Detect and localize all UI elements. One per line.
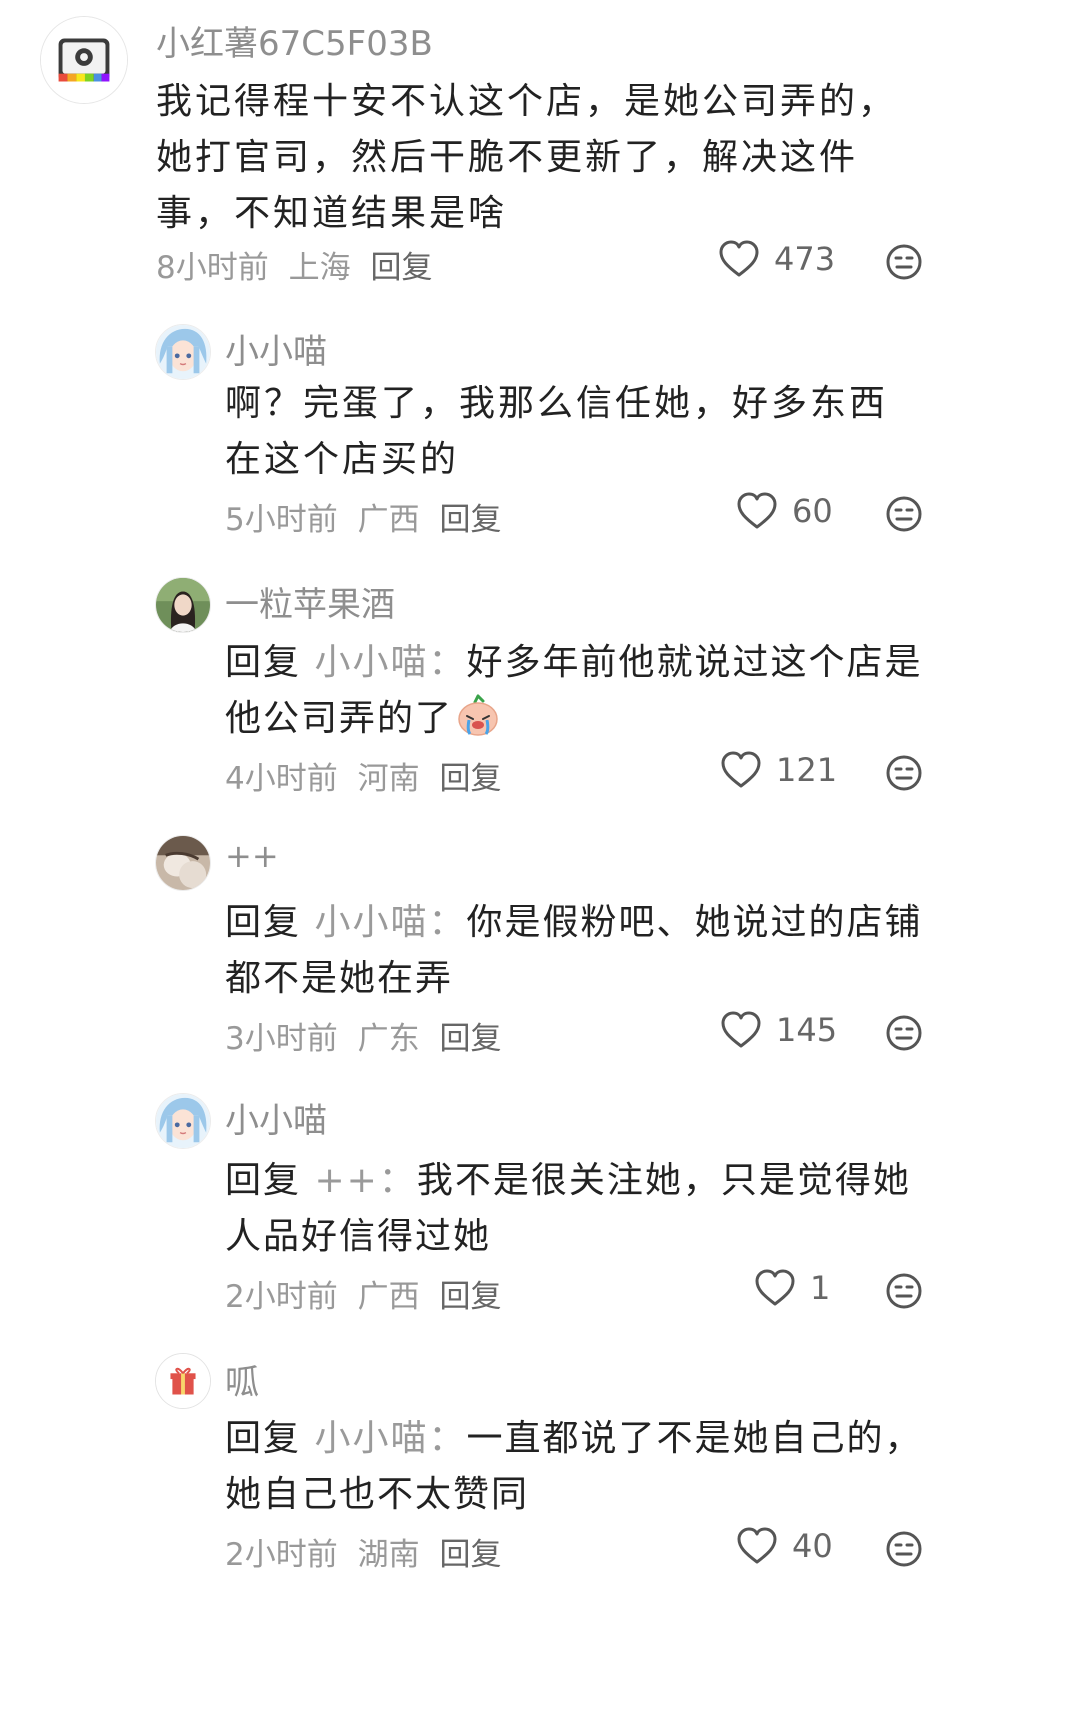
heart-icon: [737, 492, 777, 529]
reply-target-user[interactable]: 小小喵：: [314, 1418, 466, 1459]
like-count: 145: [776, 1011, 838, 1049]
heart-icon: [755, 1269, 795, 1306]
reply-text[interactable]: 回复 小小喵：你是假粉吧、她说过的店铺都不是她在弄: [225, 895, 945, 1007]
dislike-button[interactable]: [886, 1273, 922, 1309]
avatar[interactable]: [40, 16, 128, 104]
reply-item: 呱 回复 小小喵：一直都说了不是她自己的，她自己也不太赞同 2小时前 湖南 回复…: [0, 1335, 1079, 1723]
meh-face-icon: [886, 755, 922, 791]
reply-prefix: 回复: [225, 1160, 302, 1201]
reply-meta: 5小时前 广西 回复: [225, 494, 501, 539]
comment-item: 小红薯67C5F03B 我记得程十安不认这个店，是她公司弄的，她打官司，然后干脆…: [0, 0, 1079, 300]
heart-icon: [721, 751, 761, 788]
timestamp: 5小时前: [225, 502, 338, 538]
username[interactable]: ++: [225, 837, 279, 875]
username[interactable]: 小红薯67C5F03B: [156, 16, 433, 65]
meh-face-icon: [886, 1531, 922, 1567]
like-button[interactable]: 121: [720, 751, 837, 789]
username[interactable]: 一粒苹果酒: [225, 577, 395, 626]
reply-meta: 2小时前 湖南 回复: [225, 1529, 501, 1574]
username[interactable]: 小小喵: [225, 1093, 327, 1142]
location: 广东: [357, 1021, 420, 1057]
reply-button[interactable]: 回复: [439, 761, 501, 797]
like-button[interactable]: 60: [736, 492, 833, 530]
heart-icon: [719, 240, 759, 277]
reply-item: 一粒苹果酒 回复 小小喵：好多年前他就说过这个店是他公司弄的了 4小时前 河南 …: [0, 555, 1079, 815]
location: 广西: [357, 502, 420, 538]
timestamp: 3小时前: [225, 1021, 338, 1057]
like-count: 60: [792, 492, 833, 530]
girl-photo-avatar: [156, 578, 210, 632]
like-button[interactable]: 145: [720, 1011, 837, 1049]
like-count: 473: [774, 240, 836, 278]
anime-girl-avatar: [156, 1094, 210, 1148]
camera-icon: [41, 17, 127, 103]
reply-button[interactable]: 回复: [439, 502, 501, 538]
reply-item: ++ 回复 小小喵：你是假粉吧、她说过的店铺都不是她在弄 3小时前 广东 回复 …: [0, 815, 1079, 1075]
dislike-button[interactable]: [886, 1531, 922, 1567]
timestamp: 2小时前: [225, 1279, 338, 1315]
reply-text[interactable]: 回复 小小喵：好多年前他就说过这个店是他公司弄的了: [225, 635, 945, 747]
like-count: 121: [776, 751, 838, 789]
location: 湖南: [357, 1537, 420, 1573]
comment-text[interactable]: 我记得程十安不认这个店，是她公司弄的，她打官司，然后干脆不更新了，解决这件事，不…: [156, 74, 931, 242]
like-button[interactable]: 1: [754, 1269, 830, 1307]
reply-button[interactable]: 回复: [370, 250, 432, 286]
reply-button[interactable]: 回复: [439, 1279, 501, 1315]
like-button[interactable]: 473: [718, 240, 835, 278]
reply-text[interactable]: 啊？完蛋了，我那么信任她，好多东西在这个店买的: [225, 376, 925, 488]
meh-face-icon: [886, 244, 922, 280]
avatar[interactable]: [155, 1353, 211, 1409]
reply-meta: 2小时前 广西 回复: [225, 1271, 501, 1316]
reply-meta: 4小时前 河南 回复: [225, 753, 501, 798]
reply-target-user[interactable]: 小小喵：: [314, 902, 466, 943]
reply-prefix: 回复: [225, 642, 302, 683]
meh-face-icon: [886, 1015, 922, 1051]
dislike-button[interactable]: [886, 1015, 922, 1051]
reply-target-user[interactable]: ++：: [314, 1160, 416, 1201]
avatar[interactable]: [155, 1093, 211, 1149]
like-button[interactable]: 40: [736, 1527, 833, 1565]
reply-item: 小小喵 啊？完蛋了，我那么信任她，好多东西在这个店买的 5小时前 广西 回复 6…: [0, 300, 1079, 555]
timestamp: 8小时前: [156, 250, 269, 286]
meh-face-icon: [886, 496, 922, 532]
dislike-button[interactable]: [886, 755, 922, 791]
location: 河南: [357, 761, 420, 797]
gift-icon: [156, 1354, 210, 1408]
heart-icon: [737, 1527, 777, 1564]
meh-face-icon: [886, 1273, 922, 1309]
photo-avatar: [156, 836, 210, 890]
crying-face-emoji: [455, 692, 501, 738]
avatar[interactable]: [155, 577, 211, 633]
location: 上海: [288, 250, 351, 286]
username[interactable]: 小小喵: [225, 324, 327, 373]
reply-text[interactable]: 回复 小小喵：一直都说了不是她自己的，她自己也不太赞同: [225, 1411, 945, 1523]
reply-meta: 3小时前 广东 回复: [225, 1013, 501, 1058]
reply-prefix: 回复: [225, 1418, 302, 1459]
dislike-button[interactable]: [886, 244, 922, 280]
avatar[interactable]: [155, 835, 211, 891]
avatar[interactable]: [155, 324, 211, 380]
reply-text[interactable]: 回复 ++：我不是很关注她，只是觉得她人品好信得过她: [225, 1153, 945, 1265]
like-count: 40: [792, 1527, 833, 1565]
location: 广西: [357, 1279, 420, 1315]
timestamp: 4小时前: [225, 761, 338, 797]
timestamp: 2小时前: [225, 1537, 338, 1573]
username[interactable]: 呱: [225, 1355, 259, 1404]
reply-item: 小小喵 回复 ++：我不是很关注她，只是觉得她人品好信得过她 2小时前 广西 回…: [0, 1075, 1079, 1335]
heart-icon: [721, 1011, 761, 1048]
reply-target-user[interactable]: 小小喵：: [314, 642, 466, 683]
reply-button[interactable]: 回复: [439, 1021, 501, 1057]
comment-meta: 8小时前 上海 回复: [156, 242, 432, 287]
like-count: 1: [810, 1269, 831, 1307]
dislike-button[interactable]: [886, 496, 922, 532]
reply-prefix: 回复: [225, 902, 302, 943]
anime-girl-avatar: [156, 325, 210, 379]
reply-button[interactable]: 回复: [439, 1537, 501, 1573]
